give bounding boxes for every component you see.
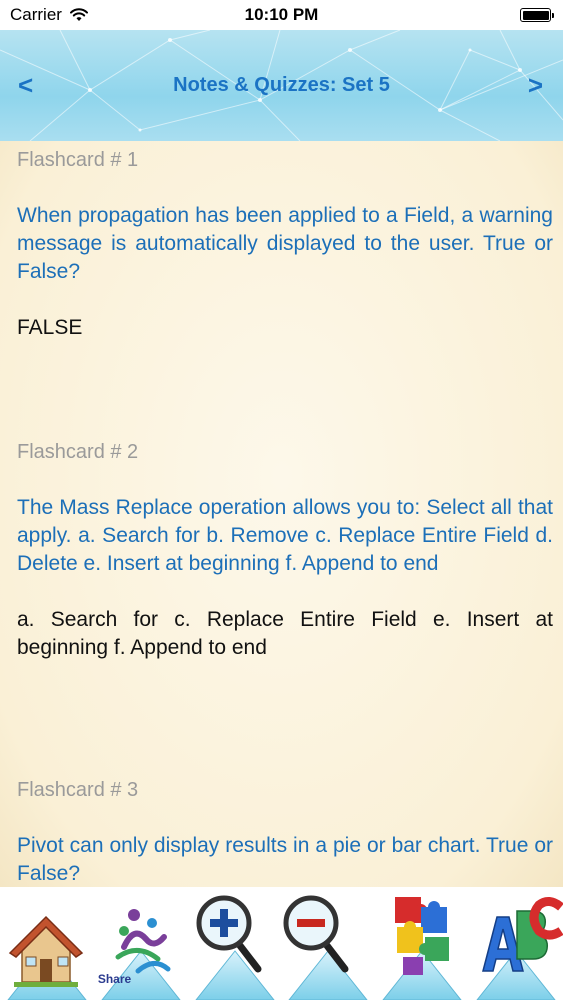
flashcard-answer: a. Search for c. Replace Entire Field e.… bbox=[17, 608, 553, 659]
share-button[interactable]: Share bbox=[94, 887, 188, 1000]
zoom-in-icon bbox=[195, 895, 275, 1000]
home-button[interactable] bbox=[0, 887, 94, 1000]
flashcard: Flashcard # 1 When propagation has been … bbox=[17, 147, 553, 433]
abc-icon bbox=[476, 897, 563, 1000]
flashcard-heading: Flashcard # 2 bbox=[17, 441, 139, 463]
flashcard-heading: Flashcard # 1 bbox=[17, 149, 139, 171]
battery-icon bbox=[520, 8, 554, 22]
flashcard-question: Pivot can only display results in a pie … bbox=[17, 834, 553, 885]
share-label: Share bbox=[97, 972, 132, 986]
bottom-toolbar: Share bbox=[0, 887, 563, 1000]
zoom-in-button[interactable] bbox=[188, 887, 282, 1000]
flashcard: Flashcard # 2 The Mass Replace operation… bbox=[17, 439, 553, 771]
puzzle-icon bbox=[382, 897, 462, 1000]
status-bar: Carrier 10:10 PM bbox=[0, 0, 563, 30]
flashcard: Flashcard # 3 Pivot can only display res… bbox=[17, 777, 553, 887]
flashcard-answer: FALSE bbox=[17, 316, 83, 339]
nav-bar: < Notes & Quizzes: Set 5 > bbox=[0, 30, 563, 141]
flashcard-question: When propagation has been applied to a F… bbox=[17, 204, 553, 283]
flashcard-heading: Flashcard # 3 bbox=[17, 779, 139, 801]
puzzle-button[interactable] bbox=[375, 887, 469, 1000]
next-button[interactable]: > bbox=[528, 70, 543, 101]
page-title: Notes & Quizzes: Set 5 bbox=[173, 74, 390, 96]
wifi-icon bbox=[69, 8, 88, 21]
zoom-out-icon bbox=[283, 895, 369, 1000]
carrier-label: Carrier bbox=[10, 5, 62, 24]
zoom-out-button[interactable] bbox=[281, 887, 375, 1000]
carrier-group: Carrier bbox=[10, 5, 88, 25]
flashcard-list[interactable]: Flashcard # 1 When propagation has been … bbox=[0, 141, 563, 887]
flashcard-question: The Mass Replace operation allows you to… bbox=[17, 496, 553, 575]
abc-button[interactable] bbox=[469, 887, 563, 1000]
home-icon bbox=[7, 915, 87, 1000]
